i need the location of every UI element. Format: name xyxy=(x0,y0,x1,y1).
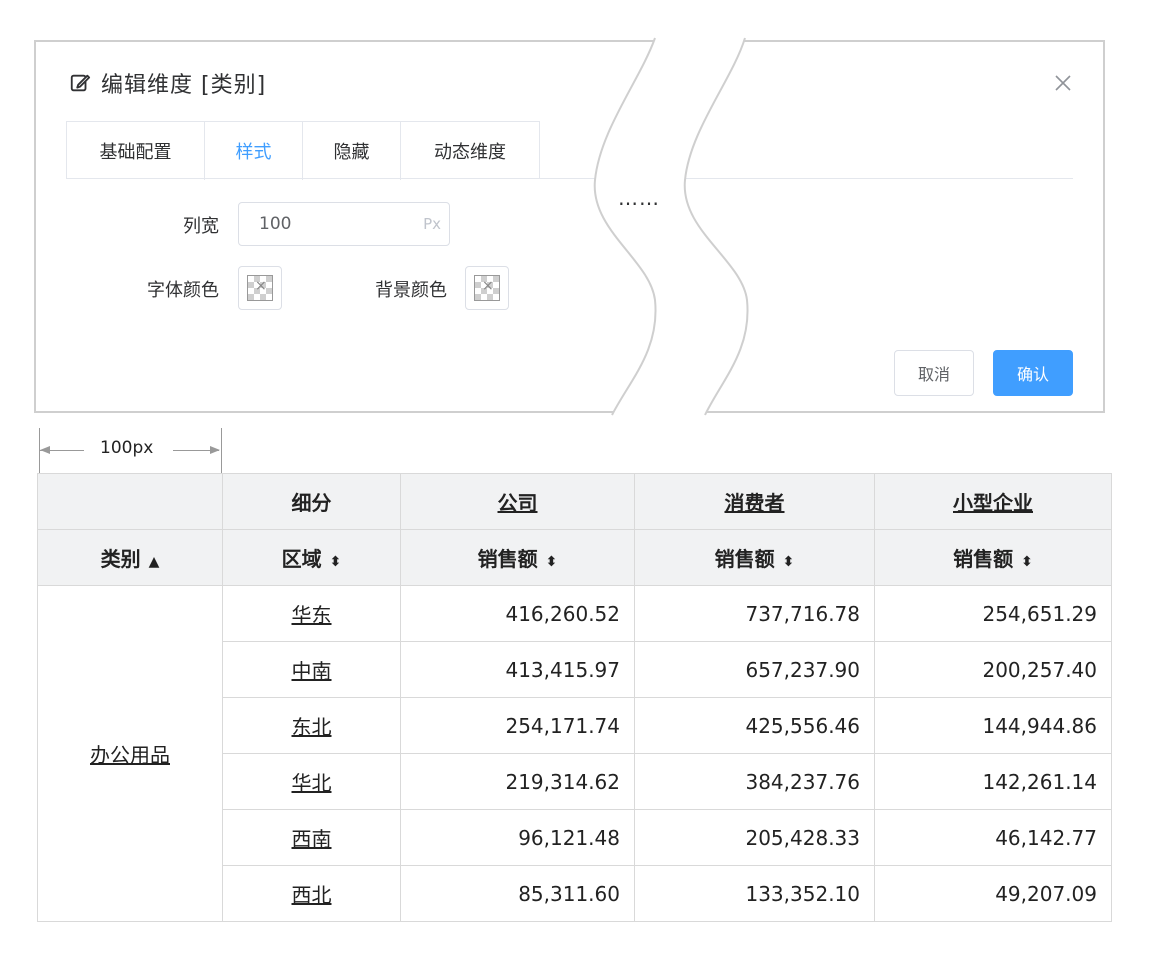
category-cell[interactable]: 办公用品 xyxy=(37,585,223,922)
segment-company[interactable]: 公司 xyxy=(400,473,635,530)
segment-consumer[interactable]: 消费者 xyxy=(634,473,875,530)
value-cell: 85,311.60 xyxy=(400,865,635,922)
sales-header[interactable]: 销售额 ⬍ xyxy=(400,529,635,586)
font-color-label: 字体颜色 xyxy=(147,280,219,301)
region-cell[interactable]: 西北 xyxy=(222,865,401,922)
close-icon[interactable] xyxy=(1052,72,1074,94)
sales-header[interactable]: 销售额 ⬍ xyxy=(874,529,1112,586)
dimension-tick xyxy=(221,428,222,474)
region-cell[interactable]: 东北 xyxy=(222,697,401,754)
column-width-value: 100 xyxy=(259,214,292,234)
corner-cell xyxy=(37,473,223,530)
background-color-picker[interactable] xyxy=(465,266,509,310)
arrow-right-icon xyxy=(210,446,220,454)
value-cell: 142,261.14 xyxy=(874,753,1112,810)
category-header-label: 类别 xyxy=(100,547,141,571)
sort-asc-icon: ▲ xyxy=(148,554,160,570)
region-cell[interactable]: 华北 xyxy=(222,753,401,810)
sales-header-label: 销售额 xyxy=(477,547,538,571)
table-header-row: 细分 公司 消费者 小型企业 xyxy=(37,473,1112,530)
value-cell: 144,944.86 xyxy=(874,697,1112,754)
unit-suffix: Px xyxy=(423,215,441,233)
value-cell: 737,716.78 xyxy=(634,585,875,642)
sales-header-label: 销售额 xyxy=(953,547,1014,571)
dimension-line xyxy=(40,450,84,451)
category-header[interactable]: 类别 ▲ xyxy=(37,529,223,586)
value-cell: 254,171.74 xyxy=(400,697,635,754)
value-cell: 205,428.33 xyxy=(634,809,875,866)
tab-basic-config[interactable]: 基础配置 xyxy=(67,122,205,180)
value-cell: 416,260.52 xyxy=(400,585,635,642)
segment-header: 细分 xyxy=(222,473,401,530)
sales-header-label: 销售额 xyxy=(714,547,775,571)
value-cell: 384,237.76 xyxy=(634,753,875,810)
empty-color-icon xyxy=(474,275,500,301)
table-header-row: 类别 ▲ 区域 ⬍ 销售额 ⬍ 销售额 ⬍ 销售额 ⬍ xyxy=(37,529,1112,586)
omitted-content-ellipsis: …… xyxy=(618,186,660,210)
region-cell[interactable]: 西南 xyxy=(222,809,401,866)
value-cell: 96,121.48 xyxy=(400,809,635,866)
cancel-button[interactable]: 取消 xyxy=(894,350,974,396)
region-cell[interactable]: 中南 xyxy=(222,641,401,698)
value-cell: 49,207.09 xyxy=(874,865,1112,922)
region-cell[interactable]: 华东 xyxy=(222,585,401,642)
sales-header[interactable]: 销售额 ⬍ xyxy=(634,529,875,586)
background-color-label: 背景颜色 xyxy=(375,280,447,301)
font-color-picker[interactable] xyxy=(238,266,282,310)
region-header-label: 区域 xyxy=(281,547,322,571)
empty-color-icon xyxy=(247,275,273,301)
table-row: 办公用品 华东 416,260.52 737,716.78 254,651.29 xyxy=(37,585,1112,922)
edit-dimension-dialog: 编辑维度 [类别] 基础配置 样式 隐藏 动态维度 列宽 100 Px 字体颜色… xyxy=(34,40,1105,413)
dialog-header: 编辑维度 [类别] xyxy=(69,68,266,98)
value-cell: 425,556.46 xyxy=(634,697,875,754)
value-cell: 46,142.77 xyxy=(874,809,1112,866)
sort-icon: ⬍ xyxy=(545,554,558,570)
column-width-input[interactable]: 100 Px xyxy=(238,202,450,246)
tab-dynamic-dimension[interactable]: 动态维度 xyxy=(401,122,539,180)
confirm-button[interactable]: 确认 xyxy=(993,350,1073,396)
tab-style[interactable]: 样式 xyxy=(205,122,303,180)
segment-small-business[interactable]: 小型企业 xyxy=(874,473,1112,530)
dialog-title: 编辑维度 [类别] xyxy=(101,73,267,98)
value-cell: 219,314.62 xyxy=(400,753,635,810)
sort-icon: ⬍ xyxy=(782,554,795,570)
value-cell: 133,352.10 xyxy=(634,865,875,922)
tab-bar: 基础配置 样式 隐藏 动态维度 xyxy=(66,121,540,180)
tab-hidden[interactable]: 隐藏 xyxy=(303,122,401,180)
pivot-table: 细分 公司 消费者 小型企业 类别 ▲ 区域 ⬍ 销售额 ⬍ 销售额 ⬍ 销售额 ⬍ 办公… xyxy=(37,473,1112,922)
value-cell: 657,237.90 xyxy=(634,641,875,698)
dimension-label: 100px xyxy=(100,438,154,458)
sort-icon: ⬍ xyxy=(329,554,342,570)
region-header[interactable]: 区域 ⬍ xyxy=(222,529,401,586)
sort-icon: ⬍ xyxy=(1021,554,1033,570)
column-width-label: 列宽 xyxy=(183,216,219,237)
value-cell: 254,651.29 xyxy=(874,585,1112,642)
edit-icon xyxy=(70,74,91,92)
value-cell: 413,415.97 xyxy=(400,641,635,698)
value-cell: 200,257.40 xyxy=(874,641,1112,698)
tab-divider xyxy=(66,178,1073,179)
